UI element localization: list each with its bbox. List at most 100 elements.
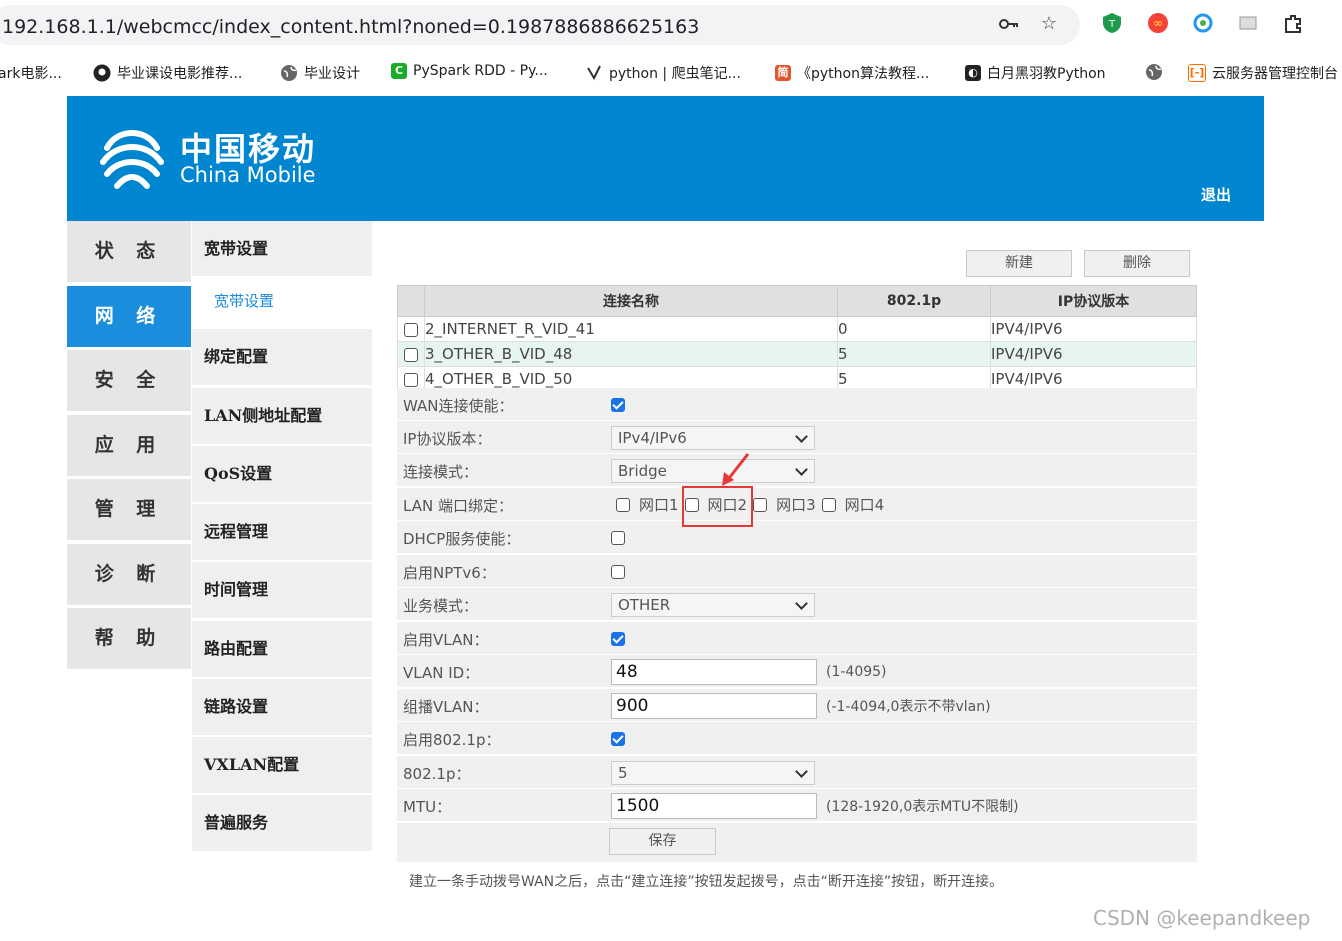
sub-nav-lan-address[interactable]: LAN侧地址配置 [192,388,372,444]
table-row[interactable]: 3_OTHER_B_VID_48 5 IPV4/IPV6 [397,341,1197,367]
extension-infinity-icon[interactable]: ∞ [1146,12,1170,36]
lan-port-3-checkbox[interactable] [753,497,768,512]
form-row-8021p: 802.1p： 5 [397,756,1197,789]
row-checkbox[interactable] [404,322,418,337]
bookmark-item[interactable]: C PySpark RDD - Py... [391,63,548,79]
main-nav-network[interactable]: 网 络 [67,286,191,347]
cell-ip-version: IPV4/IPV6 [990,316,1197,342]
lan-port-1[interactable]: 网口1 [616,494,679,515]
new-button[interactable]: 新建 [966,250,1072,277]
main-nav-diagnosis[interactable]: 诊 断 [67,544,191,605]
sub-nav-link[interactable]: 链路设置 [192,679,372,735]
jian-icon: 简 [775,65,791,81]
footnote-text: 建立一条手动拨号WAN之后，点击“建立连接”按钮发起拨号，点击“断开连接”按钮，… [409,874,1004,890]
bookmark-label: 《python算法教程... [797,66,930,82]
vlan-id-input[interactable]: 48 [611,658,817,685]
ip-version-label: IP协议版本： [403,430,492,448]
nptv6-checkbox[interactable] [611,564,625,579]
globe-icon [1146,64,1162,80]
bookmark-label: 毕业课设电影推荐... [117,66,243,82]
bookmark-label: 白月黑羽教Python [987,66,1106,82]
extension-ring-icon[interactable] [1191,12,1215,36]
main-nav-management[interactable]: 管 理 [67,479,191,540]
form-row-vlan-id: VLAN ID： 48 (1-4095) [397,655,1197,688]
bookmark-item[interactable]: ark电影... [0,63,62,83]
lan-port-4[interactable]: 网口4 [821,494,885,515]
ip-version-select[interactable]: IPv4/IPv6 [611,425,815,450]
save-button[interactable]: 保存 [609,828,716,855]
form-row-wan-enable: WAN连接使能： [397,388,1197,421]
main-nav-application[interactable]: 应 用 [67,415,191,476]
extensions-puzzle-icon[interactable] [1281,12,1305,36]
mtu-input[interactable]: 1500 [611,792,817,819]
extension-shield-icon[interactable]: T [1100,12,1124,36]
sub-nav-universal-service[interactable]: 普遍服务 [192,795,372,851]
service-mode-label: 业务模式： [403,597,479,615]
router-header: 中国移动 China Mobile 退出 [67,96,1264,221]
form-row-multicast-vlan: 组播VLAN： 900 (-1-4094,0表示不带vlan) [397,689,1197,722]
vlan-enable-label: 启用VLAN： [403,631,489,649]
form-row-mtu: MTU： 1500 (128-1920,0表示MTU不限制) [397,789,1197,822]
row-select-cell [397,341,425,367]
bookmark-item[interactable]: ◐ 白月黑羽教Python [965,63,1106,83]
extension-page-icon[interactable] [1236,12,1260,36]
sub-nav-time-management[interactable]: 时间管理 [192,562,372,618]
bookmark-item[interactable]: 简 《python算法教程... [775,63,929,83]
star-icon[interactable]: ☆ [1037,12,1061,36]
multicast-vlan-hint: (-1-4094,0表示不带vlan) [826,698,991,715]
conn-mode-label: 连接模式： [403,463,479,481]
brand-name-en: China Mobile [180,163,316,187]
url-text[interactable]: 192.168.1.1/webcmcc/index_content.html?n… [2,16,699,38]
main-nav-security[interactable]: 安 全 [67,350,191,411]
bookmark-label: 毕业设计 [304,66,360,82]
cell-name: 2_INTERNET_R_VID_41 [424,316,838,342]
cell-ip-version: IPV4/IPV6 [990,341,1197,367]
8021p-enable-checkbox[interactable] [611,731,625,746]
delete-button[interactable]: 删除 [1084,250,1190,277]
conn-mode-select[interactable]: Bridge [611,458,815,483]
row-checkbox[interactable] [404,372,418,387]
multicast-vlan-label: 组播VLAN： [403,698,489,716]
yuque-icon [587,65,601,81]
bookmark-item[interactable]: [-] 云服务器管理控制台 [1188,63,1338,83]
lan-port-1-checkbox[interactable] [616,497,630,512]
lan-port-4-checkbox[interactable] [821,497,836,512]
lan-port-4-label: 网口4 [844,496,885,514]
sub-nav-broadband-settings[interactable]: 宽带设置 [192,276,372,326]
mtu-label: MTU： [403,798,452,816]
annotation-highlight-box [682,486,753,527]
form-row-8021p-enable: 启用802.1p： [397,722,1197,755]
lan-port-3[interactable]: 网口3 [753,494,816,515]
select-column-header [397,285,425,317]
bookmark-item[interactable] [1145,63,1163,81]
sub-nav-qos[interactable]: QoS设置 [192,446,372,502]
sub-nav-broadband[interactable]: 宽带设置 [192,221,372,277]
service-mode-select[interactable]: OTHER [611,592,815,617]
sub-nav-binding[interactable]: 绑定配置 [192,329,372,385]
logout-link[interactable]: 退出 [1201,184,1231,205]
form-row-nptv6: 启用NPTv6： [397,555,1197,588]
cell-8021p: 5 [837,341,991,367]
wan-enable-checkbox[interactable] [611,397,625,412]
key-icon[interactable] [997,12,1021,36]
china-mobile-logo-icon [100,130,164,189]
main-nav-status[interactable]: 状 态 [67,221,191,282]
sub-nav-vxlan[interactable]: VXLAN配置 [192,737,372,793]
main-nav-help[interactable]: 帮 助 [67,608,191,669]
globe-icon [281,65,297,81]
url-field[interactable]: 192.168.1.1/webcmcc/index_content.html?n… [0,5,1080,45]
bookmark-item[interactable]: 毕业设计 [280,63,360,83]
vlan-enable-checkbox[interactable] [611,631,625,646]
sub-nav-routing[interactable]: 路由配置 [192,621,372,677]
sub-nav-remote-management[interactable]: 远程管理 [192,504,372,560]
github-icon [93,64,111,82]
table-row[interactable]: 2_INTERNET_R_VID_41 0 IPV4/IPV6 [397,316,1197,342]
8021p-label: 802.1p： [403,765,471,783]
row-checkbox[interactable] [404,347,418,362]
8021p-select[interactable]: 5 [611,760,815,785]
svg-text:∞: ∞ [1153,16,1163,30]
dhcp-checkbox[interactable] [611,530,625,545]
multicast-vlan-input[interactable]: 900 [611,692,817,719]
bookmark-item[interactable]: python | 爬虫笔记... [585,63,741,83]
bookmark-item[interactable]: 毕业课设电影推荐... [93,63,242,83]
